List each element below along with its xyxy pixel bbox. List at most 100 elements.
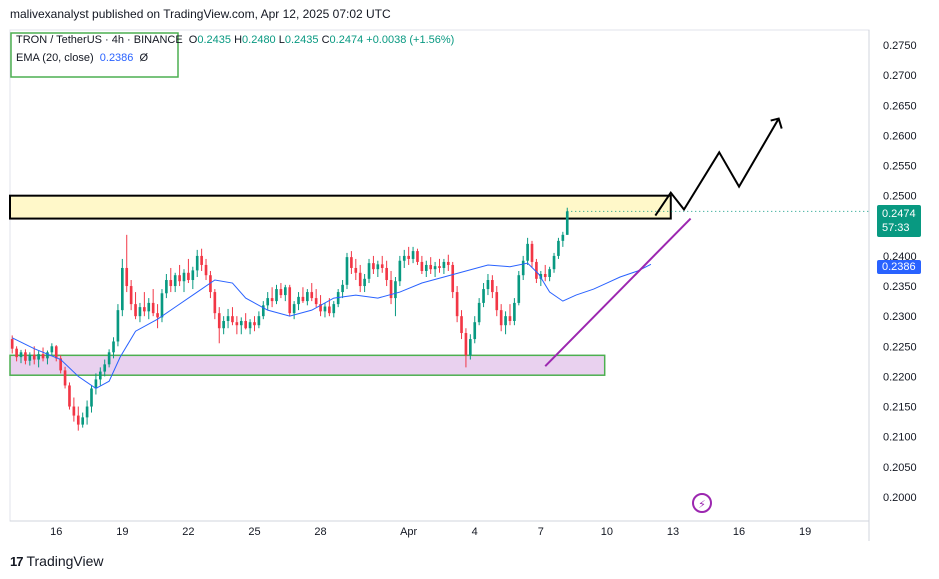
candle-body xyxy=(354,267,358,273)
candle-body xyxy=(314,298,318,305)
last-price-value: 0.2474 xyxy=(882,208,916,220)
candle-body xyxy=(548,269,551,278)
y-tick-label: 0.2500 xyxy=(883,191,917,203)
candle-body xyxy=(24,352,27,361)
candle-body xyxy=(173,275,177,287)
flash-icon[interactable]: ⚡ xyxy=(692,493,712,513)
candle-body xyxy=(477,302,481,323)
zones xyxy=(9,32,672,376)
candle-body xyxy=(358,272,362,287)
candle-body xyxy=(54,346,58,359)
candle-body xyxy=(486,280,490,290)
candle-body xyxy=(19,352,23,358)
candle-body xyxy=(495,292,499,311)
candle-body xyxy=(112,341,115,353)
candle-body xyxy=(464,333,468,356)
candle-body xyxy=(469,339,472,356)
candle-body xyxy=(226,316,230,321)
chart-grid xyxy=(9,29,870,522)
ema-value: 0.2386 xyxy=(99,52,134,64)
candle-body xyxy=(521,260,525,276)
candle-body xyxy=(143,307,146,312)
candle-body xyxy=(266,298,270,306)
tradingview-brand-text: TradingView xyxy=(26,553,104,569)
y-tick-label: 0.2350 xyxy=(883,281,917,293)
candle-body xyxy=(195,255,199,271)
candle-body xyxy=(270,298,274,302)
candle-body xyxy=(552,255,556,270)
candle-body xyxy=(239,320,243,326)
candle-body xyxy=(438,266,441,268)
candle-body xyxy=(389,280,393,299)
candle-body xyxy=(28,354,32,361)
price-chart[interactable]: 0.2750 0.2700 0.2650 0.2600 0.2550 0.2500 0.24… xyxy=(0,0,939,579)
candle-body xyxy=(517,275,521,303)
candle-body xyxy=(429,264,433,270)
candle-body xyxy=(187,272,190,281)
ema-visibility-icon[interactable]: Ø xyxy=(140,52,149,64)
candle-body xyxy=(543,273,547,278)
y-tick-label: 0.2050 xyxy=(883,462,917,474)
candle-body xyxy=(442,261,446,268)
candle-body xyxy=(420,261,424,271)
close-value: 0.2474 xyxy=(329,34,364,46)
candle-body xyxy=(72,406,76,416)
candle-body xyxy=(125,267,129,287)
y-tick-label: 0.2700 xyxy=(883,70,917,82)
candle-body xyxy=(235,322,239,326)
candle-body xyxy=(376,264,380,270)
candle-body xyxy=(129,286,133,305)
candle-body xyxy=(328,306,331,314)
candle-body xyxy=(323,306,327,312)
candle-body xyxy=(350,257,353,268)
candle-body xyxy=(508,316,512,321)
candle-body xyxy=(85,406,89,418)
candle-body xyxy=(90,388,93,407)
candle-body xyxy=(134,304,137,317)
candle-body xyxy=(398,260,402,282)
candle-body xyxy=(407,255,410,259)
ema-price-badge: 0.2386 xyxy=(877,260,921,274)
y-tick-label: 0.2200 xyxy=(883,371,917,383)
tradingview-logo[interactable]: 17 TradingView xyxy=(10,553,104,569)
candle-body xyxy=(204,264,208,276)
y-tick-label: 0.2150 xyxy=(883,402,917,414)
y-tick-label: 0.2300 xyxy=(883,311,917,323)
candle-body xyxy=(332,304,336,314)
candle-body xyxy=(222,320,225,329)
candle-body xyxy=(63,370,67,386)
candle-body xyxy=(81,417,85,425)
symbol-label[interactable]: TRON / TetherUS · 4h · BINANCE xyxy=(16,34,183,46)
drawings xyxy=(544,117,869,367)
candle-body xyxy=(451,264,455,293)
candle-body xyxy=(248,322,252,329)
x-tick-label: Apr xyxy=(400,526,417,538)
x-tick-label: 7 xyxy=(538,526,544,538)
high-label: H xyxy=(234,34,243,46)
candle-body xyxy=(557,240,560,256)
candle-body xyxy=(76,415,80,425)
candle-body xyxy=(394,281,397,299)
open-value: 0.2435 xyxy=(197,34,232,46)
x-tick-label: 10 xyxy=(601,526,613,538)
candle-body xyxy=(455,292,459,317)
x-tick-label: 16 xyxy=(733,526,745,538)
close-label: C xyxy=(321,34,330,46)
support-trendline xyxy=(544,217,692,367)
high-value: 0.2480 xyxy=(242,34,276,46)
candle-body xyxy=(275,289,278,302)
candle-body xyxy=(165,280,168,294)
candle-body xyxy=(297,296,300,305)
ema-legend[interactable]: EMA (20, close) 0.2386 Ø xyxy=(16,52,148,64)
y-tick-label: 0.2250 xyxy=(883,341,917,353)
candle-body xyxy=(411,251,415,259)
candle-body xyxy=(94,379,98,389)
x-tick-label: 28 xyxy=(314,526,326,538)
candle-body xyxy=(283,287,287,296)
tradingview-logo-icon: 17 xyxy=(10,553,24,569)
candles xyxy=(10,207,569,431)
candle-body xyxy=(68,385,71,407)
resistance-zone xyxy=(9,194,672,220)
candle-body xyxy=(37,354,40,360)
candle-body xyxy=(292,304,296,314)
